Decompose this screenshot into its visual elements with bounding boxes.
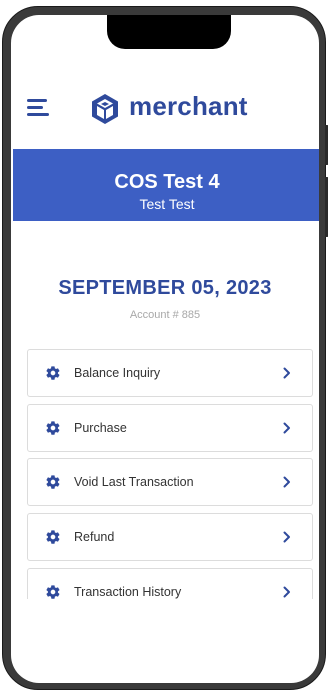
- menu-item-label: Void Last Transaction: [74, 475, 194, 490]
- logo-text: merchant: [129, 91, 248, 121]
- action-menu: Balance Inquiry Purchase Void Last Trans…: [27, 349, 313, 599]
- phone-frame: merchant COS Test 4 Test Test SEPTEMBER …: [2, 6, 328, 690]
- hamburger-icon[interactable]: [27, 99, 49, 117]
- chevron-right-icon: [283, 422, 290, 434]
- menu-item-void-last-transaction[interactable]: Void Last Transaction: [27, 458, 313, 507]
- merchant-logo-icon: [92, 94, 118, 124]
- menu-item-balance-inquiry[interactable]: Balance Inquiry: [27, 349, 313, 397]
- menu-item-label: Refund: [74, 530, 115, 545]
- gear-icon: [46, 366, 60, 380]
- menu-item-label: Purchase: [74, 420, 127, 435]
- chevron-right-icon: [283, 586, 290, 598]
- gear-icon: [46, 475, 60, 490]
- merchant-name: COS Test 4: [114, 171, 220, 193]
- gear-icon: [46, 530, 60, 544]
- merchant-banner: COS Test 4 Test Test: [13, 149, 319, 221]
- menu-item-purchase[interactable]: Purchase: [27, 403, 313, 452]
- gear-icon: [46, 585, 60, 599]
- current-date: SEPTEMBER 05, 2023: [58, 277, 272, 299]
- chevron-right-icon: [283, 531, 290, 543]
- app-screen: merchant COS Test 4 Test Test SEPTEMBER …: [11, 15, 319, 683]
- chevron-right-icon: [283, 476, 290, 488]
- menu-item-label: Balance Inquiry: [74, 366, 161, 380]
- merchant-subtitle: Test Test: [139, 196, 195, 212]
- menu-item-refund[interactable]: Refund: [27, 513, 313, 562]
- app-header: merchant: [11, 87, 319, 131]
- menu-item-label: Transaction History: [74, 584, 182, 599]
- phone-notch: [107, 15, 231, 49]
- gear-icon: [46, 421, 60, 435]
- account-number: Account # 885: [129, 309, 201, 321]
- menu-item-transaction-history[interactable]: Transaction History: [27, 567, 313, 599]
- chevron-right-icon: [283, 367, 290, 379]
